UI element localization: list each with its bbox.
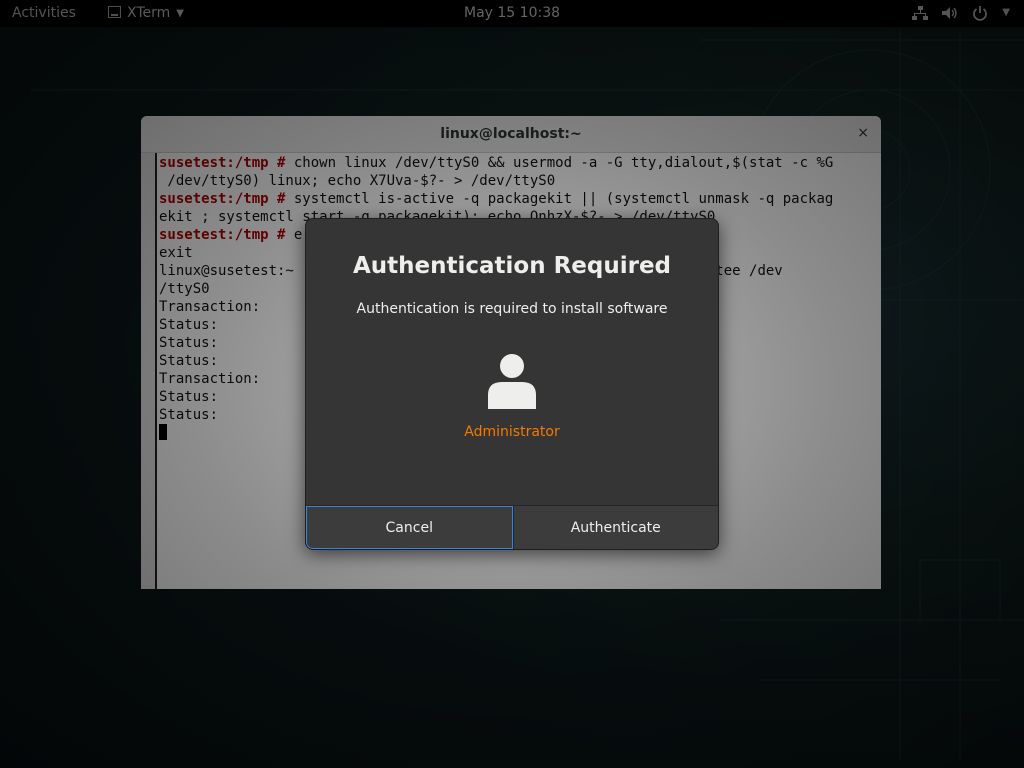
terminal-text: Status: [159,317,294,333]
volume-icon [942,7,957,19]
terminal-text: Status: [159,335,294,351]
terminal-text: chown linux /dev/ttyS0 && usermod -a -G … [293,155,834,171]
power-icon [973,6,988,21]
authenticate-button[interactable]: Authenticate [512,506,718,549]
app-menu-label: XTerm [127,5,171,21]
terminal-text: /dev/ttyS0) linux; echo X7Uva-$?- > /dev… [159,173,556,189]
cancel-button[interactable]: Cancel [306,506,513,549]
app-menu[interactable]: XTerm ▼ [108,5,184,21]
chevron-down-icon: ▼ [1002,7,1010,18]
terminal-line: /dev/ttyS0) linux; echo X7Uva-$?- > /dev… [159,172,879,190]
terminal-line: susetest:/tmp # chown linux /dev/ttyS0 &… [159,154,879,172]
dialog-button-row: Cancel Authenticate [306,505,718,549]
system-tray[interactable]: ▼ [912,5,1010,21]
chevron-down-icon: ▼ [176,7,184,19]
terminal-text: Status: [159,353,294,369]
window-title: linux@localhost:~ [440,126,582,142]
terminal-line: susetest:/tmp # systemctl is-active -q p… [159,190,879,208]
clock[interactable]: May 15 10:38 [464,5,560,21]
authentication-dialog: Authentication Required Authentication i… [305,218,719,550]
shell-prompt: susetest:/tmp # [159,155,294,171]
terminal-text: Transaction: [159,299,294,315]
terminal-text: Status: [159,407,294,423]
terminal-cursor [159,424,167,440]
xterm-app-icon [108,6,121,18]
top-bar: Activities XTerm ▼ May 15 10:38 ▼ [0,0,1024,27]
activities-button[interactable]: Activities [12,5,76,21]
terminal-text: Transaction: [159,371,294,387]
terminal-scrollbar[interactable] [141,153,157,589]
network-icon [912,6,929,20]
shell-prompt: susetest:/tmp # [159,191,294,207]
user-avatar-icon [488,354,536,409]
user-name[interactable]: Administrator [306,424,718,440]
terminal-text: e [293,227,303,243]
dialog-heading: Authentication Required [352,253,672,279]
terminal-text: Status: [159,389,294,405]
terminal-text: exit [159,245,193,261]
terminal-text: /ttyS0 [159,281,210,297]
terminal-text: systemctl is-active -q packagekit || (sy… [293,191,834,207]
shell-prompt: susetest:/tmp # [159,227,294,243]
dialog-message: Authentication is required to install so… [356,301,668,317]
window-titlebar[interactable]: linux@localhost:~ × [141,116,881,153]
close-icon[interactable]: × [857,125,869,141]
